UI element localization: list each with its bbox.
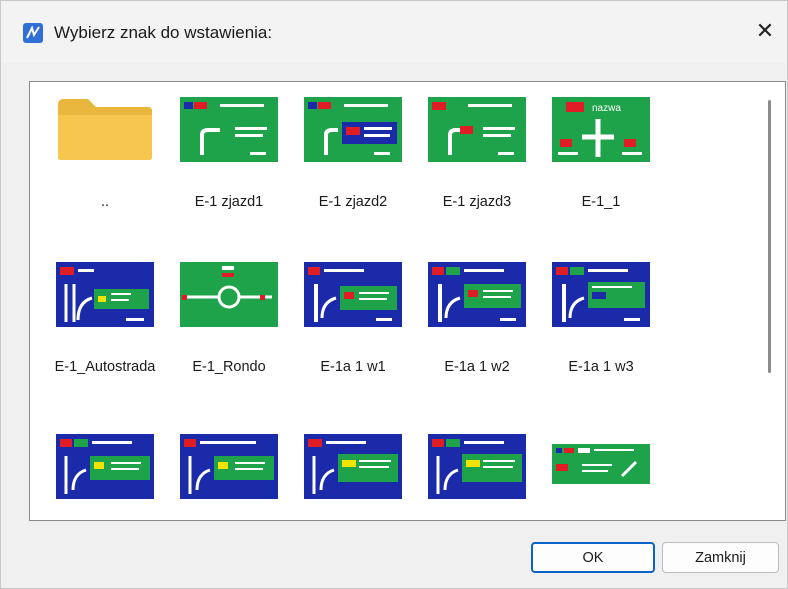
list-item-e1a-1-w2[interactable]: E-1a 1 w2 [417, 262, 537, 422]
road-sign-thumbnail [56, 262, 154, 327]
app-icon [23, 23, 43, 43]
list-item-e1-zjazd1[interactable]: E-1 zjazd1 [169, 97, 289, 257]
road-sign-thumbnail [428, 434, 526, 499]
road-sign-thumbnail [428, 97, 526, 162]
close-icon[interactable]: ✕ [743, 11, 787, 51]
road-sign-thumbnail [304, 262, 402, 327]
insert-sign-dialog: Wybierz znak do wstawienia: ✕ .. E-1 zja… [0, 0, 788, 589]
title-bar: Wybierz znak do wstawienia: ✕ [1, 1, 787, 63]
item-label: E-1_Autostrada [54, 359, 156, 375]
item-label: E-1_Rondo [192, 359, 266, 375]
road-sign-thumbnail [304, 97, 402, 162]
list-item[interactable] [169, 434, 289, 520]
list-item[interactable] [417, 434, 537, 520]
item-label: E-1a 1 w1 [320, 359, 386, 375]
sign-list[interactable]: .. E-1 zjazd1 E-1 zjazd2 E-1 zjazd3 nazw… [29, 81, 786, 521]
list-item-e1-rondo[interactable]: E-1_Rondo [169, 262, 289, 422]
vertical-scrollbar[interactable] [768, 100, 771, 373]
road-sign-thumbnail [304, 434, 402, 499]
list-item[interactable] [45, 434, 165, 520]
item-label: E-1 zjazd3 [442, 194, 512, 210]
road-sign-thumbnail: nazwa [552, 97, 650, 162]
list-item[interactable] [541, 434, 661, 520]
road-sign-thumbnail [552, 262, 650, 327]
list-item-parent-folder[interactable]: .. [45, 97, 165, 257]
item-label: .. [100, 194, 110, 210]
road-sign-thumbnail [180, 262, 278, 327]
item-label: E-1a 1 w2 [444, 359, 510, 375]
ok-button[interactable]: OK [531, 542, 655, 573]
window-title: Wybierz znak do wstawienia: [54, 23, 273, 42]
road-sign-thumbnail [428, 262, 526, 327]
item-label: E-1a 1 w3 [568, 359, 634, 375]
list-item-e1-zjazd2[interactable]: E-1 zjazd2 [293, 97, 413, 257]
item-label: E-1 zjazd1 [194, 194, 264, 210]
road-sign-thumbnail [56, 434, 154, 499]
list-item[interactable] [293, 434, 413, 520]
list-item-e1-zjazd3[interactable]: E-1 zjazd3 [417, 97, 537, 257]
list-item-e1-autostrada[interactable]: E-1_Autostrada [45, 262, 165, 422]
close-button[interactable]: Zamknij [662, 542, 779, 573]
list-item-e1a-1-w1[interactable]: E-1a 1 w1 [293, 262, 413, 422]
list-item-e1a-1-w3[interactable]: E-1a 1 w3 [541, 262, 661, 422]
folder-icon [58, 99, 152, 160]
road-sign-thumbnail [552, 444, 650, 484]
road-sign-thumbnail [180, 97, 278, 162]
road-sign-thumbnail [180, 434, 278, 499]
list-item-e1-1[interactable]: nazwa E-1_1 [541, 97, 661, 257]
item-label: E-1_1 [581, 194, 621, 210]
item-label: E-1 zjazd2 [318, 194, 388, 210]
sign-text: nazwa [592, 103, 621, 114]
